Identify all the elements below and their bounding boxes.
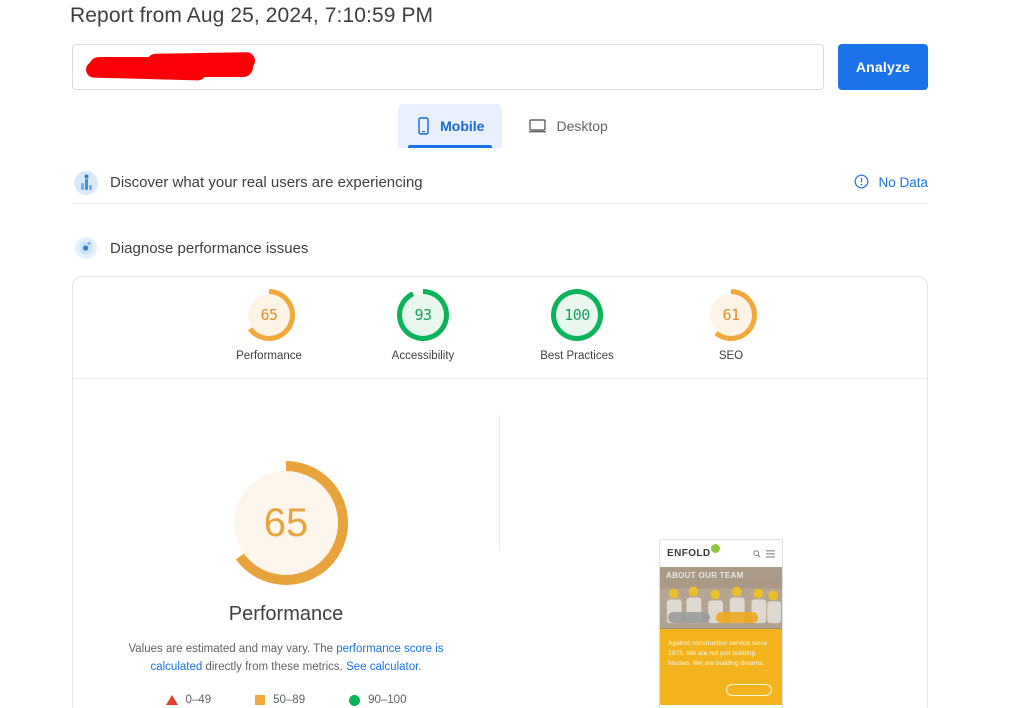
vertical-divider bbox=[499, 415, 500, 551]
see-calculator-link[interactable]: See calculator. bbox=[346, 661, 421, 673]
score-value-accessibility: 93 bbox=[414, 306, 432, 324]
search-icon bbox=[753, 545, 761, 563]
legend-item-poor: 0–49 bbox=[165, 694, 212, 706]
info-circle-icon bbox=[854, 174, 869, 192]
note-middle: directly from these metrics. bbox=[202, 661, 347, 673]
score-label-seo: SEO bbox=[718, 350, 744, 362]
score-value-best-practices: 100 bbox=[564, 306, 590, 324]
preview-site-header: ENFOLD bbox=[660, 540, 782, 567]
square-icon bbox=[255, 695, 266, 705]
tab-mobile[interactable]: Mobile bbox=[398, 104, 503, 148]
legend-range-good: 90–100 bbox=[368, 694, 407, 706]
score-label-accessibility: Accessibility bbox=[391, 350, 455, 362]
performance-title: Performance bbox=[228, 603, 344, 625]
preview-hero-image: ABOUT OUR TEAM bbox=[660, 567, 782, 629]
preview-hero-title: ABOUT OUR TEAM bbox=[666, 571, 744, 580]
pagespeed-report-page: Report from Aug 25, 2024, 7:10:59 PM Ana… bbox=[0, 0, 1024, 708]
gauge-ring-performance: 65 bbox=[243, 289, 295, 341]
field-data-icon bbox=[72, 169, 100, 197]
page-screenshot-preview[interactable]: ENFOLD ABOUT OUR TEAM Against constructi… bbox=[659, 539, 783, 708]
page-title: Report from Aug 25, 2024, 7:10:59 PM bbox=[70, 4, 434, 27]
gauge-ring-best-practices: 100 bbox=[551, 289, 603, 341]
legend-range-average: 50–89 bbox=[273, 694, 306, 706]
preview-site-nav bbox=[753, 545, 775, 563]
preview-yellow-button bbox=[726, 684, 772, 696]
url-input[interactable] bbox=[72, 44, 824, 90]
url-analyze-row: Analyze bbox=[72, 44, 928, 90]
score-label-best-practices: Best Practices bbox=[540, 350, 614, 362]
performance-score-value: 65 bbox=[263, 500, 309, 545]
note-prefix: Values are estimated and may vary. The bbox=[128, 643, 337, 655]
redacted-url-marker bbox=[89, 57, 253, 77]
performance-gauge-large: 65 bbox=[224, 461, 348, 585]
preview-hero-buttons bbox=[668, 612, 758, 623]
score-gauge-best-practices[interactable]: 100 Best Practices bbox=[521, 289, 633, 362]
hamburger-menu-icon bbox=[766, 545, 775, 563]
preview-yellow-text: Against construction service since 1973.… bbox=[668, 640, 768, 667]
gauge-ring-accessibility: 93 bbox=[397, 289, 449, 341]
score-gauge-accessibility[interactable]: 93 Accessibility bbox=[367, 289, 479, 362]
section-real-user-data: Discover what your real users are experi… bbox=[72, 162, 928, 204]
preview-site-logo: ENFOLD bbox=[667, 544, 720, 559]
preview-yellow-section: Against construction service since 1973.… bbox=[660, 629, 782, 705]
legend-item-good: 90–100 bbox=[349, 694, 406, 706]
legend-item-average: 50–89 bbox=[255, 694, 305, 706]
analyze-button[interactable]: Analyze bbox=[838, 44, 928, 90]
score-label-performance: Performance bbox=[236, 350, 302, 362]
score-gauge-performance[interactable]: 65 Performance bbox=[213, 289, 325, 362]
section-diagnose: Diagnose performance issues bbox=[72, 230, 928, 266]
no-data-label: No Data bbox=[878, 175, 928, 190]
mobile-icon bbox=[416, 117, 431, 135]
preview-hero-button-1 bbox=[668, 612, 710, 623]
no-data-status[interactable]: No Data bbox=[854, 174, 928, 192]
tab-mobile-label: Mobile bbox=[440, 118, 485, 134]
lighthouse-results-card: 65 Performance 93 Accessibility 100 Best… bbox=[72, 276, 928, 708]
gauge-ring-seo: 61 bbox=[705, 289, 757, 341]
preview-hero-button-2 bbox=[716, 612, 758, 623]
section-real-user-title: Discover what your real users are experi… bbox=[110, 174, 423, 191]
score-gauge-seo[interactable]: 61 SEO bbox=[675, 289, 787, 362]
tab-desktop-label: Desktop bbox=[556, 118, 608, 134]
lighthouse-icon bbox=[72, 234, 100, 262]
circle-icon bbox=[349, 694, 361, 706]
score-value-performance: 65 bbox=[260, 306, 278, 324]
category-score-gauges: 65 Performance 93 Accessibility 100 Best… bbox=[73, 277, 927, 379]
legend-range-poor: 0–49 bbox=[185, 694, 212, 706]
section-diagnose-title: Diagnose performance issues bbox=[110, 239, 309, 257]
desktop-icon bbox=[528, 117, 547, 135]
device-tabs: Mobile Desktop bbox=[0, 104, 1024, 150]
tab-desktop[interactable]: Desktop bbox=[510, 104, 625, 148]
mobile-screenshot: ENFOLD ABOUT OUR TEAM Against constructi… bbox=[659, 539, 783, 708]
triangle-icon bbox=[165, 695, 178, 705]
performance-note: Values are estimated and may vary. The p… bbox=[107, 640, 465, 676]
logo-badge-icon bbox=[710, 544, 720, 553]
performance-summary: 65 Performance Values are estimated and … bbox=[73, 379, 499, 706]
score-legend: 0–49 50–89 90–100 bbox=[73, 694, 499, 706]
performance-detail-area: 65 Performance Values are estimated and … bbox=[73, 379, 927, 708]
score-value-seo: 61 bbox=[722, 306, 740, 324]
